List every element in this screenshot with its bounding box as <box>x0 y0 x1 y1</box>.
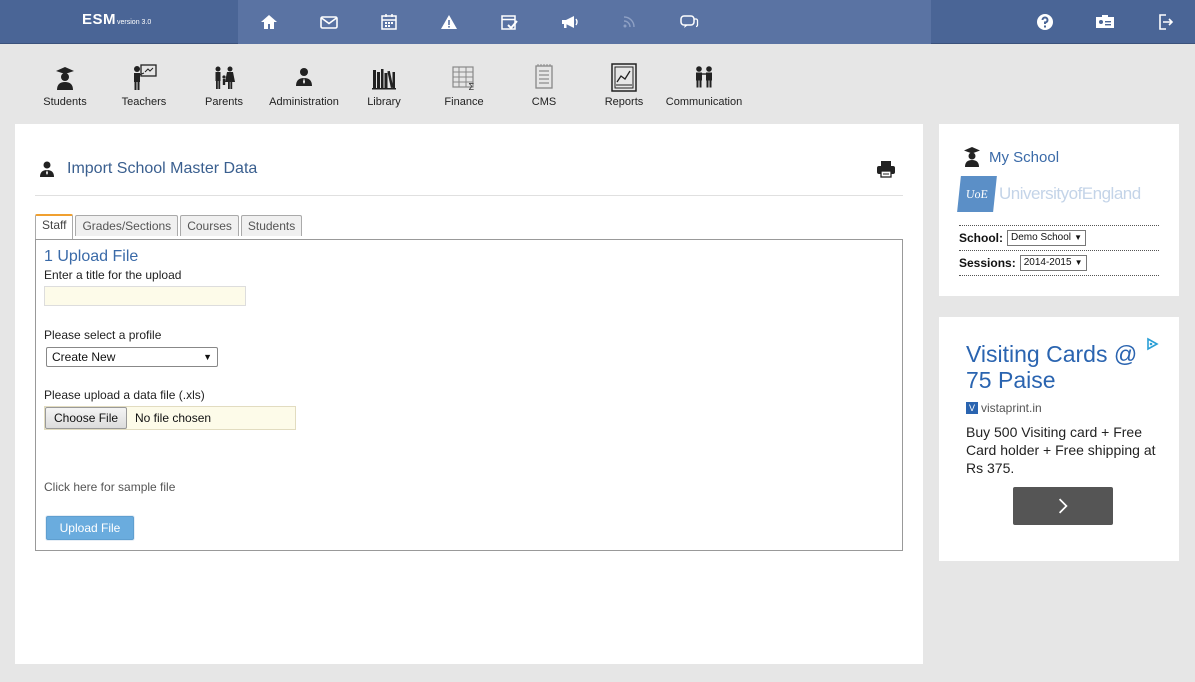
module-label: Students <box>43 96 87 108</box>
school-select[interactable]: Demo School ▼ <box>1007 230 1087 246</box>
file-input[interactable]: Choose File No file chosen <box>44 406 296 430</box>
megaphone-icon[interactable] <box>557 11 581 33</box>
home-icon[interactable] <box>257 11 281 33</box>
module-students[interactable]: Students <box>20 62 110 108</box>
upload-file-button[interactable]: Upload File <box>46 516 134 540</box>
admin-icon <box>296 68 312 86</box>
sample-file-link[interactable]: Click here for sample file <box>44 480 175 494</box>
module-label: Administration <box>269 96 339 108</box>
school-logo-badge: UoE <box>957 176 997 212</box>
top-nav-strip <box>238 0 931 44</box>
svg-text:Σ: Σ <box>468 82 474 92</box>
school-logo: UoE UniversityofEngland <box>957 176 1141 212</box>
module-label: Finance <box>444 96 484 108</box>
module-reports[interactable]: Reports <box>579 62 669 108</box>
school-value: Demo School <box>1011 232 1072 243</box>
module-teachers[interactable]: Teachers <box>99 62 189 108</box>
dropdown-arrow-icon: ▼ <box>1074 233 1083 242</box>
session-select[interactable]: 2014-2015 ▼ <box>1019 255 1087 271</box>
parents-icon <box>215 66 235 89</box>
help-icon[interactable] <box>1033 11 1057 33</box>
tab-staff[interactable]: Staff <box>35 214 74 239</box>
document-icon <box>535 64 553 89</box>
divider <box>959 250 1159 251</box>
module-label: Library <box>367 96 401 108</box>
calendar-icon[interactable] <box>377 11 401 33</box>
teacher-icon <box>134 64 157 90</box>
header-divider <box>35 195 903 196</box>
app-version: version 3.0 <box>117 19 152 26</box>
module-label: Reports <box>604 96 644 108</box>
id-card-icon[interactable] <box>1093 11 1117 33</box>
module-parents[interactable]: Parents <box>179 62 269 108</box>
upload-title-input[interactable] <box>44 286 246 306</box>
school-label: School: <box>959 231 1003 245</box>
app-name: ESM <box>82 11 117 28</box>
my-school-panel: My School UoE UniversityofEngland School… <box>939 124 1179 296</box>
main-panel: Import School Master Data Staff Grades/S… <box>15 124 923 664</box>
tab-students[interactable]: Students <box>240 215 303 236</box>
profile-select[interactable]: Create New ▼ <box>46 347 218 367</box>
chart-icon <box>611 63 637 92</box>
graduate-icon <box>964 147 980 167</box>
ad-title[interactable]: Visiting Cards @ 75 Paise <box>966 341 1156 393</box>
chevron-right-icon <box>1058 498 1068 514</box>
session-label: Sessions: <box>959 256 1016 270</box>
tab-courses[interactable]: Courses <box>180 215 239 236</box>
module-communication[interactable]: Communication <box>659 62 749 108</box>
graduate-icon <box>56 67 74 90</box>
dropdown-arrow-icon: ▼ <box>203 352 212 362</box>
ad-text: Buy 500 Visiting card + Free Card holder… <box>966 424 1156 476</box>
tab-grades-sections[interactable]: Grades/Sections <box>75 215 179 236</box>
ad-next-button[interactable] <box>1013 487 1113 525</box>
print-icon[interactable] <box>876 160 896 178</box>
feed-icon[interactable] <box>617 11 641 33</box>
ad-choices-icon[interactable] <box>1145 337 1159 351</box>
school-row: School: Demo School ▼ <box>959 230 1087 246</box>
file-label: Please upload a data file (.xls) <box>44 388 205 402</box>
my-school-title: My School <box>989 148 1060 166</box>
my-school-header: My School <box>963 146 1059 168</box>
divider <box>959 275 1159 276</box>
ad-site-name: vistaprint.in <box>981 401 1042 415</box>
upload-title-label: Enter a title for the upload <box>44 268 182 282</box>
page-title: Import School Master Data <box>67 160 258 177</box>
tasks-icon[interactable] <box>497 11 521 33</box>
import-tabs: Staff Grades/Sections Courses Students <box>35 214 304 239</box>
module-administration[interactable]: Administration <box>259 62 349 108</box>
app-logo[interactable]: ESMversion 3.0 <box>82 11 151 28</box>
module-label: CMS <box>531 96 557 108</box>
section-title: 1 Upload File <box>44 248 139 265</box>
page-header: Import School Master Data <box>39 160 257 178</box>
choose-file-button[interactable]: Choose File <box>45 407 128 429</box>
upload-form: 1 Upload File Enter a title for the uplo… <box>35 239 903 551</box>
ad-panel: Visiting Cards @ 75 Paise V vistaprint.i… <box>939 317 1179 561</box>
people-icon <box>696 66 712 88</box>
module-label: Teachers <box>121 96 167 108</box>
divider <box>959 225 1159 226</box>
module-finance[interactable]: Σ Finance <box>419 62 509 108</box>
logout-icon[interactable] <box>1153 11 1177 33</box>
spreadsheet-icon: Σ <box>452 66 474 92</box>
session-row: Sessions: 2014-2015 ▼ <box>959 255 1087 271</box>
profile-label: Please select a profile <box>44 328 162 342</box>
books-icon <box>372 69 396 90</box>
vistaprint-icon: V <box>966 402 978 414</box>
chat-icon[interactable] <box>677 11 701 33</box>
module-library[interactable]: Library <box>339 62 429 108</box>
file-status: No file chosen <box>135 411 212 425</box>
module-cms[interactable]: CMS <box>499 62 589 108</box>
session-value: 2014-2015 <box>1023 257 1072 268</box>
mail-icon[interactable] <box>317 11 341 33</box>
ad-site[interactable]: V vistaprint.in <box>966 401 1042 415</box>
module-label: Communication <box>665 96 743 108</box>
dropdown-arrow-icon: ▼ <box>1074 258 1083 267</box>
admin-user-icon <box>40 161 54 177</box>
alert-icon[interactable] <box>437 11 461 33</box>
school-logo-name: UniversityofEngland <box>999 184 1141 203</box>
profile-selected: Create New <box>52 350 116 364</box>
module-label: Parents <box>205 96 243 108</box>
top-bar: ESMversion 3.0 <box>0 0 1195 44</box>
